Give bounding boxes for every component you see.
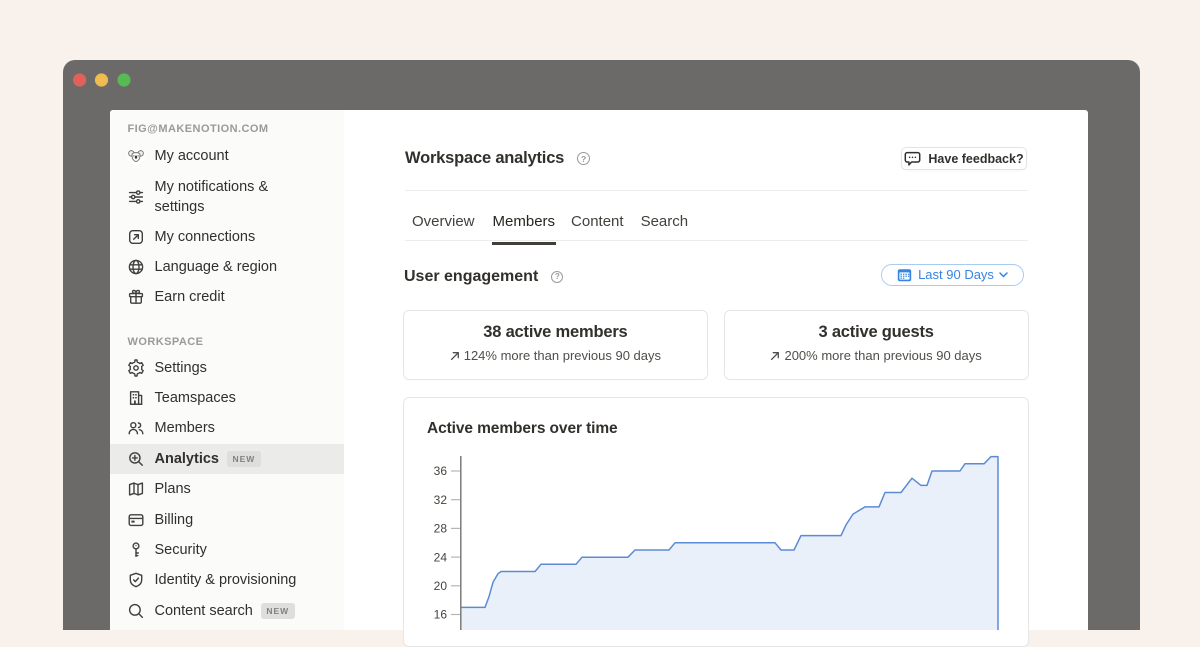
svg-text:16: 16 [434, 608, 448, 622]
svg-text:32: 32 [434, 493, 448, 507]
svg-text:20: 20 [434, 579, 448, 593]
svg-text:24: 24 [434, 550, 448, 564]
svg-text:36: 36 [434, 464, 448, 478]
svg-text:28: 28 [434, 522, 448, 536]
